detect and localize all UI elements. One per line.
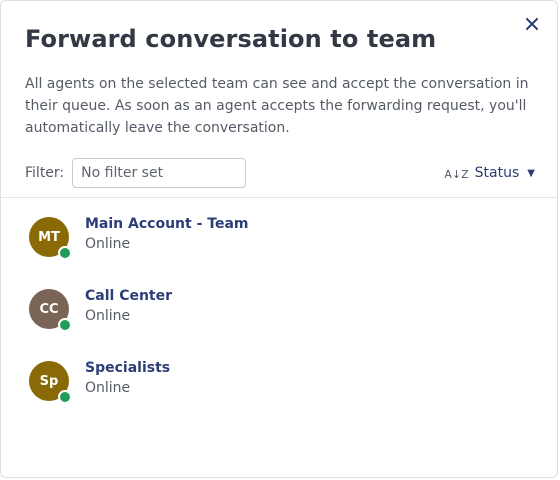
dialog-title: Forward conversation to team (25, 25, 437, 53)
team-name: Call Center (85, 288, 173, 304)
avatar-initials: CC (39, 301, 59, 317)
team-name: Specialists (85, 360, 171, 376)
team-item[interactable]: Sp Specialists Online (1, 345, 557, 417)
avatar: CC (29, 289, 72, 332)
sort-az-icon: A↓Z (444, 167, 469, 181)
team-status: Online (85, 236, 131, 252)
forward-dialog: Forward conversation to team All agents … (0, 0, 558, 478)
online-status-icon (58, 318, 72, 332)
close-icon (526, 18, 538, 30)
avatar-initials: Sp (39, 373, 59, 389)
caret-down-icon: ▼ (527, 167, 535, 179)
filter-label: Filter: (25, 165, 65, 181)
online-status-icon (58, 246, 72, 260)
filter-row: Filter: A↓Z Status ▼ (25, 157, 535, 189)
dialog-description: All agents on the selected team can see … (25, 76, 529, 136)
avatar: Sp (29, 361, 72, 404)
team-list: MT Main Account - Team Online CC Call Ce… (1, 201, 557, 417)
team-item[interactable]: MT Main Account - Team Online (1, 201, 557, 273)
close-button[interactable] (521, 13, 543, 35)
sort-dropdown[interactable]: A↓Z Status ▼ (444, 165, 535, 181)
filter-input[interactable] (72, 158, 247, 188)
online-status-icon (58, 390, 72, 404)
divider (1, 197, 557, 198)
team-name: Main Account - Team (85, 216, 249, 232)
avatar: MT (29, 217, 72, 260)
sort-label: Status (474, 165, 520, 181)
team-status: Online (85, 308, 131, 324)
team-status: Online (85, 380, 131, 396)
team-item[interactable]: CC Call Center Online (1, 273, 557, 345)
avatar-initials: MT (38, 229, 60, 245)
